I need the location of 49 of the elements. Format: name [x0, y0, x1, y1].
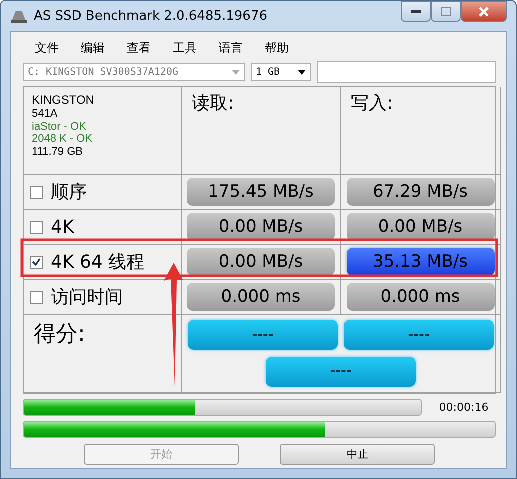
- abort-button[interactable]: 中止: [280, 444, 436, 465]
- close-icon: [479, 6, 489, 16]
- write-result: 35.13 MB/s: [346, 248, 494, 276]
- caret-icon: [298, 70, 306, 74]
- drive-value: C: KINGSTON SV300S37A120G: [28, 66, 179, 78]
- drive-info-text: iaStor - OK: [32, 120, 86, 133]
- minimize-button[interactable]: [401, 1, 431, 22]
- drive-dropdown[interactable]: C: KINGSTON SV300S37A120G: [23, 63, 245, 81]
- checkbox[interactable]: [30, 220, 43, 234]
- test-label: 4K 64 线程: [51, 251, 145, 274]
- menu-item[interactable]: 工具: [173, 40, 197, 56]
- checkbox[interactable]: [30, 186, 43, 198]
- window-title: AS SSD Benchmark 2.0.6485.19676: [34, 8, 268, 24]
- menu-item[interactable]: 帮助: [265, 40, 289, 56]
- caret-icon: [232, 70, 240, 74]
- menu-item[interactable]: 编辑: [81, 40, 105, 56]
- test-label: 4K: [51, 216, 74, 238]
- test-label: 顺序: [51, 181, 87, 204]
- drive-info-text: 541A: [32, 108, 58, 120]
- read-result: 0.00 MB/s: [187, 213, 335, 241]
- check-icon: [32, 258, 41, 266]
- size-value: 1 GB: [256, 66, 280, 78]
- read-result: 175.45 MB/s: [187, 178, 335, 206]
- total-score: ----: [266, 356, 416, 387]
- drive-info-text: 2048 K - OK: [32, 133, 93, 146]
- read-result: 0.000 ms: [187, 283, 335, 311]
- input-field[interactable]: [317, 61, 496, 83]
- write-result: 0.000 ms: [346, 283, 494, 311]
- write-result: 0.00 MB/s: [346, 213, 494, 241]
- column-header: 写入:: [351, 92, 394, 115]
- test-label: 访问时间: [51, 286, 123, 309]
- read-score: ----: [188, 320, 338, 350]
- menu-item[interactable]: 语言: [219, 40, 243, 56]
- minimize-icon: [411, 10, 421, 14]
- read-result: 0.00 MB/s: [187, 248, 335, 276]
- elapsed-time: 00:00:16: [438, 401, 490, 414]
- size-dropdown[interactable]: 1 GB: [251, 63, 311, 81]
- checkbox[interactable]: [30, 256, 43, 268]
- menu-item[interactable]: 文件: [35, 40, 59, 56]
- close-button[interactable]: [461, 1, 507, 22]
- menu-item[interactable]: 查看: [127, 40, 151, 56]
- checkbox[interactable]: [30, 290, 43, 304]
- column-header: 读取:: [192, 92, 234, 115]
- drive-info-text: 111.79 GB: [32, 146, 83, 158]
- drive-info-text: KINGSTON: [32, 93, 94, 108]
- write-score: ----: [344, 320, 494, 350]
- write-result: 67.29 MB/s: [346, 178, 494, 206]
- score-label: 得分:: [34, 321, 86, 349]
- maximize-icon: [441, 7, 451, 16]
